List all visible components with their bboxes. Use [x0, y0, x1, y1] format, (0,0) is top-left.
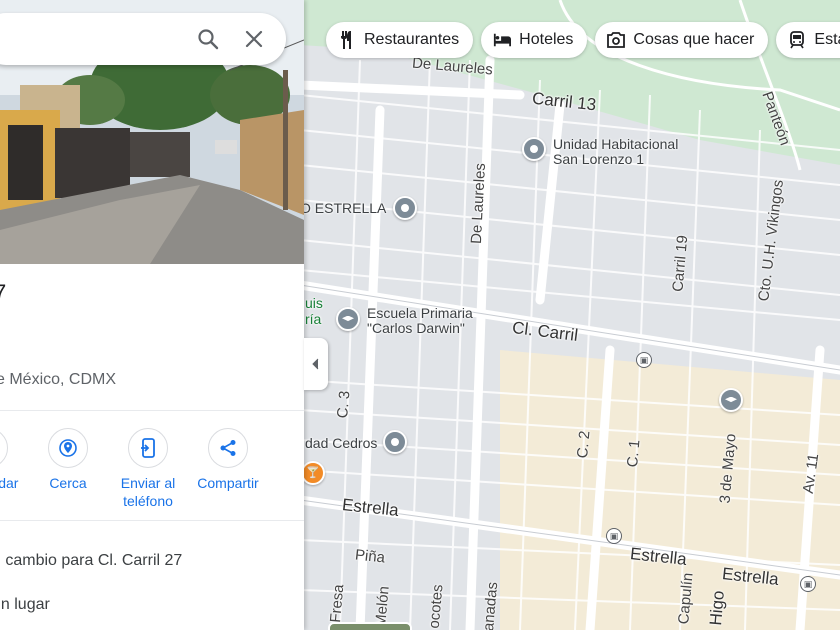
- search-input[interactable]: [10, 27, 160, 45]
- suggest-edit-row[interactable]: n cambio para Cl. Carril 27: [0, 552, 182, 570]
- send-to-phone-button[interactable]: Enviar al teléfono: [108, 428, 188, 510]
- street-label: Fresa: [327, 583, 348, 624]
- poi-label: dad Cedros: [305, 435, 378, 451]
- search-button[interactable]: [188, 19, 228, 59]
- poi-label: San Lorenzo 1: [553, 151, 645, 167]
- poi-label: O ESTRELLA: [300, 200, 387, 216]
- save-button[interactable]: rdar: [0, 428, 28, 510]
- poi-label: uis: [305, 295, 323, 311]
- nearby-icon: [48, 428, 88, 468]
- chip-hotels[interactable]: Hoteles: [481, 22, 588, 58]
- bookmark-icon: [0, 428, 8, 468]
- chip-label: Cosas que hacer: [633, 31, 755, 48]
- action-label: Enviar al teléfono: [120, 475, 176, 509]
- chip-label: Restaurantes: [364, 31, 460, 48]
- search-bar[interactable]: [0, 13, 286, 65]
- poi-marker[interactable]: [522, 137, 546, 161]
- camera-icon: [607, 31, 626, 49]
- poi-label: "Carlos Darwin": [367, 320, 465, 336]
- bus-stop-icon[interactable]: ▣: [636, 352, 652, 368]
- divider: [0, 410, 304, 411]
- place-title: 7: [0, 280, 7, 305]
- street-label: Piña: [354, 546, 386, 567]
- chevron-left-icon: [312, 358, 319, 370]
- hotel-icon: [493, 31, 512, 49]
- chip-label: Hoteles: [519, 31, 574, 48]
- bus-stop-icon[interactable]: ▣: [606, 528, 622, 544]
- poi-marker[interactable]: [383, 430, 407, 454]
- place-panel: 7 e México, CDMX rdar Cerca Enviar al te…: [0, 0, 304, 630]
- street-label: C. 2: [574, 430, 594, 459]
- action-label: Compartir: [197, 475, 259, 491]
- restaurant-icon: [338, 31, 356, 49]
- close-icon: [245, 30, 263, 48]
- poi-label: ría: [305, 311, 322, 327]
- share-button[interactable]: Compartir: [188, 428, 268, 510]
- share-icon: [208, 428, 248, 468]
- send-to-phone-icon: [128, 428, 168, 468]
- action-label: rdar: [0, 475, 19, 491]
- bar-poi-icon[interactable]: [301, 461, 325, 485]
- nearby-button[interactable]: Cerca: [28, 428, 108, 510]
- poi-label: Unidad Habitacional: [553, 136, 679, 152]
- school-poi-icon[interactable]: [719, 388, 743, 412]
- close-button[interactable]: [234, 19, 274, 59]
- search-icon: [198, 29, 219, 50]
- poi-label: Escuela Primaria: [367, 305, 473, 321]
- layers-thumbnail[interactable]: [328, 622, 412, 630]
- street-label: C. 3: [334, 390, 354, 419]
- school-poi-icon[interactable]: [336, 307, 360, 331]
- category-chips: Restaurantes Hoteles Cosas que hacer Est…: [326, 22, 840, 58]
- action-buttons: rdar Cerca Enviar al teléfono Compartir: [0, 428, 268, 510]
- add-place-row[interactable]: un lugar: [0, 596, 50, 614]
- chip-restaurants[interactable]: Restaurantes: [326, 22, 474, 58]
- street-label: C. 1: [624, 439, 644, 468]
- divider: [0, 520, 304, 521]
- bus-stop-icon[interactable]: ▣: [800, 576, 816, 592]
- place-address: e México, CDMX: [0, 371, 117, 388]
- chip-transit[interactable]: Estaci: [776, 22, 840, 58]
- collapse-panel-button[interactable]: [304, 338, 328, 390]
- chip-things-to-do[interactable]: Cosas que hacer: [595, 22, 769, 58]
- poi-marker[interactable]: [393, 196, 417, 220]
- transit-icon: [788, 31, 806, 49]
- street-label: Higo: [705, 589, 728, 627]
- chip-label: Estaci: [814, 31, 840, 48]
- action-label: Cerca: [49, 475, 87, 491]
